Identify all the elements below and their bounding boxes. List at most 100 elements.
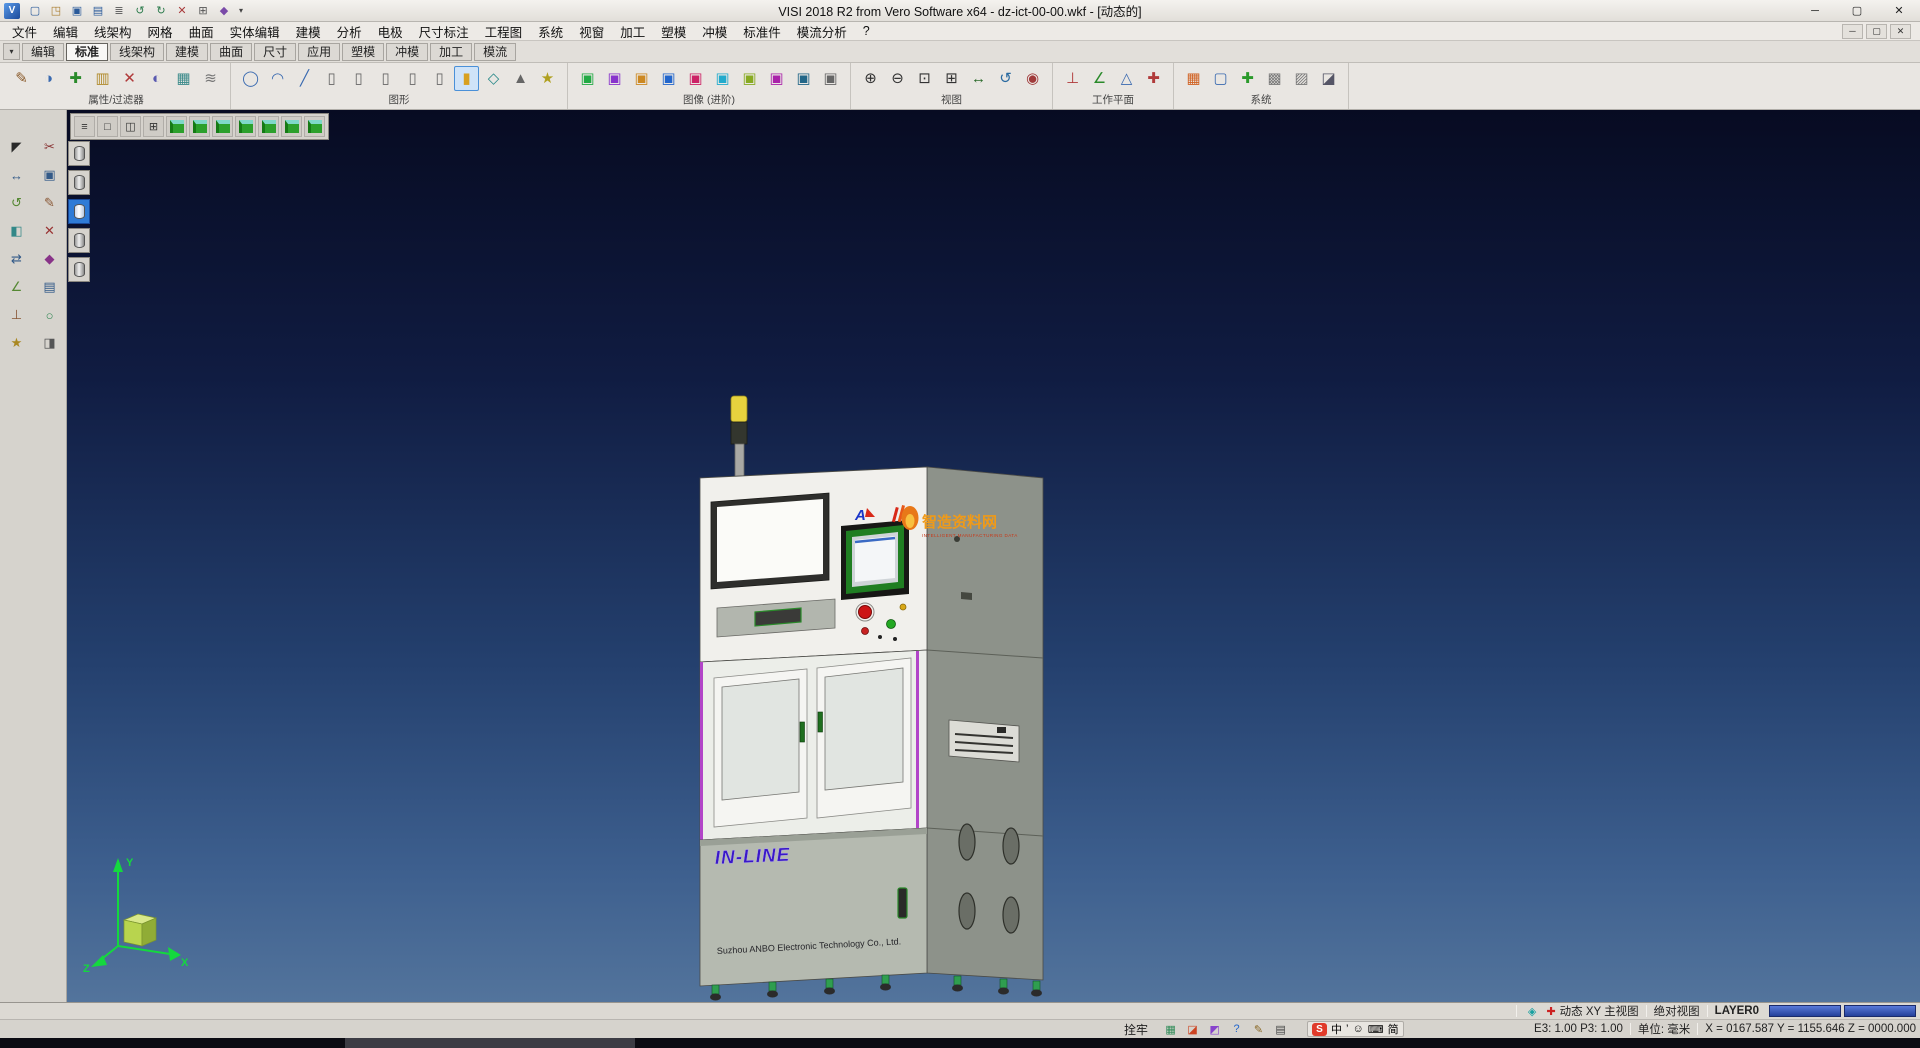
extrude-icon[interactable]: ▮ [454,66,479,91]
workflow-tab[interactable]: 编辑 [22,43,64,61]
cylinder-icon-1[interactable]: ▯ [319,66,344,91]
background-icon[interactable]: ▣ [764,66,789,91]
workflow-tab[interactable]: 加工 [430,43,472,61]
workflow-tab[interactable]: 线架构 [110,43,164,61]
grid-toggle-icon[interactable]: ▤ [1272,1022,1289,1036]
edit-note-icon[interactable]: ✎ [1250,1022,1267,1036]
system-add-icon[interactable]: ✚ [1235,66,1260,91]
attribute-copy-icon[interactable]: ◑ [36,66,61,91]
app-icon[interactable]: V [4,3,20,19]
filter-wireframe-button[interactable] [68,170,90,195]
redo-icon[interactable]: ↻ [151,2,171,20]
render-shaded-icon[interactable]: ▣ [575,66,600,91]
grid-icon[interactable]: ⊞ [193,2,213,20]
menu-item[interactable]: 尺寸标注 [411,22,477,40]
close-button[interactable]: ✕ [1878,0,1920,21]
top-view-icon[interactable] [189,116,210,137]
snap-lock-toggle[interactable]: 拴牢 [1124,1021,1148,1038]
save-icon[interactable]: ▣ [67,2,87,20]
maximize-button[interactable]: ▢ [1836,0,1878,21]
front-view-icon[interactable] [212,116,233,137]
mirror-icon[interactable]: ◧ [5,220,29,242]
section-view-icon[interactable]: ▣ [791,66,816,91]
menu-item[interactable]: 分析 [329,22,370,40]
workplane-3point-icon[interactable]: △ [1114,66,1139,91]
windows-taskbar[interactable] [0,1038,1920,1048]
menu-item[interactable]: 电极 [370,22,411,40]
copy-icon[interactable]: ▣ [38,164,62,186]
menu-item[interactable]: 线架构 [86,22,140,40]
left-view-icon[interactable] [258,116,279,137]
child-restore-button[interactable]: ▢ [1866,24,1887,39]
wireframe-view-icon[interactable]: ◫ [120,116,141,137]
view-refresh-icon[interactable]: ✚ [1543,1004,1560,1018]
pan-icon[interactable]: ↔ [966,66,991,91]
undo-icon[interactable]: ↺ [130,2,150,20]
select-icon[interactable]: ◤ [5,136,29,158]
menu-item[interactable]: 冲模 [694,22,735,40]
star-feature-icon[interactable]: ★ [535,66,560,91]
swap-icon[interactable]: ⇄ [5,248,29,270]
texture-icon[interactable]: ▣ [683,66,708,91]
ime-keyboard-icon[interactable]: ⌨ [1368,1023,1384,1036]
visibility-eye-icon[interactable]: ◉ [1020,66,1045,91]
ime-simplified-icon[interactable]: 简 [1388,1021,1399,1037]
viewport-canvas[interactable]: ≡ □ ◫ ⊞ [67,110,1920,1002]
tab-dropdown[interactable]: ▾ [3,43,20,60]
sketch-icon[interactable]: ✎ [38,192,62,214]
cylinder-icon-5[interactable]: ▯ [427,66,452,91]
solid-box-icon[interactable]: ◇ [481,66,506,91]
filter-all-button[interactable] [68,141,90,166]
view-mode-icon[interactable]: ◈ [1524,1004,1541,1018]
palette-icon[interactable]: ◩ [1206,1022,1223,1036]
menu-item[interactable]: 编辑 [45,22,86,40]
pattern-icon[interactable]: ▨ [1289,66,1314,91]
menu-item[interactable]: ? [855,22,878,40]
filter-surfaces-button[interactable] [68,228,90,253]
workflow-tab[interactable]: 尺寸 [254,43,296,61]
workflow-tab[interactable]: 应用 [298,43,340,61]
properties-icon[interactable]: ≋ [198,66,223,91]
shaded-view-icon[interactable]: □ [97,116,118,137]
menu-item[interactable]: 文件 [4,22,45,40]
menu-item[interactable]: 实体编辑 [222,22,288,40]
previous-view-icon[interactable]: ↺ [993,66,1018,91]
menu-item[interactable]: 系统 [530,22,571,40]
light-icon[interactable]: ▣ [737,66,762,91]
arc-icon[interactable]: ◠ [265,66,290,91]
macro-icon[interactable]: ◆ [214,2,234,20]
child-minimize-button[interactable]: ─ [1842,24,1863,39]
circle-icon[interactable]: ◯ [238,66,263,91]
taskbar-segment[interactable] [345,1038,635,1048]
measure-icon[interactable]: ◆ [38,248,62,270]
snap-settings-icon[interactable]: ▦ [1162,1022,1179,1036]
menu-item[interactable]: 曲面 [181,22,222,40]
section-icon[interactable]: ◨ [38,332,62,354]
mask-filter-icon[interactable]: ▦ [171,66,196,91]
workflow-tab[interactable]: 建模 [166,43,208,61]
material-icon[interactable]: ▣ [710,66,735,91]
layers-icon[interactable]: ▤ [38,276,62,298]
filter-solids-button[interactable] [68,199,90,224]
minimize-button[interactable]: ─ [1794,0,1836,21]
perpendicular-icon[interactable]: ⊥ [5,304,29,326]
render-quick-icon[interactable]: ◪ [1184,1022,1201,1036]
workplane-axis-icon[interactable]: ✚ [1141,66,1166,91]
machine-model[interactable]: A IN-LIN [667,390,1117,1002]
selection-filter-icon[interactable]: ◐ [144,66,169,91]
save-all-icon[interactable]: ▤ [88,2,108,20]
zoom-in-icon[interactable]: ⊕ [858,66,883,91]
workflow-tab[interactable]: 模流 [474,43,516,61]
filter-edit-icon[interactable]: ▥ [90,66,115,91]
menu-item[interactable]: 工程图 [477,22,531,40]
workflow-tab[interactable]: 曲面 [210,43,252,61]
zoom-out-icon[interactable]: ⊖ [885,66,910,91]
shade-icon[interactable]: ◪ [1316,66,1341,91]
cylinder-icon-2[interactable]: ▯ [346,66,371,91]
sogou-logo-icon[interactable]: S [1312,1023,1327,1036]
menu-item[interactable]: 加工 [612,22,653,40]
new-file-icon[interactable]: ▢ [25,2,45,20]
dynamic-view-selector[interactable]: 动态 XY 主视图 [1560,1003,1639,1019]
menu-item[interactable]: 模流分析 [789,22,855,40]
filter-hidden-button[interactable] [68,257,90,282]
